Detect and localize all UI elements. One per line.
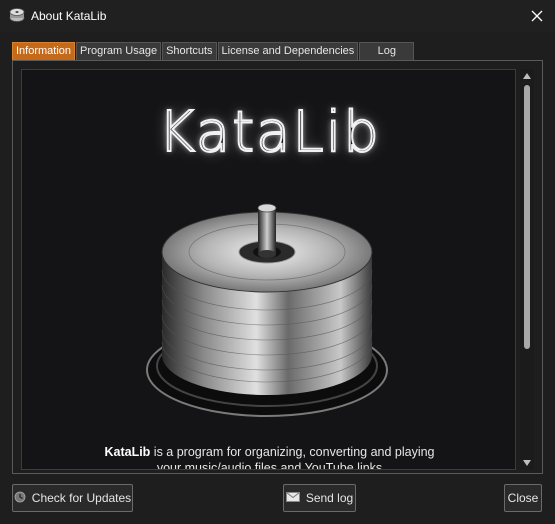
close-button[interactable]: Close bbox=[504, 484, 542, 512]
update-icon bbox=[14, 491, 26, 506]
tab-program-usage[interactable]: Program Usage bbox=[76, 42, 162, 60]
tab-shortcuts[interactable]: Shortcuts bbox=[162, 42, 217, 60]
check-updates-label: Check for Updates bbox=[31, 491, 132, 505]
logo-text: KataLib bbox=[157, 99, 381, 166]
description: KataLib is a program for organizing, con… bbox=[22, 444, 515, 470]
tab-license[interactable]: License and Dependencies bbox=[217, 42, 359, 60]
tab-panel: KataLib KataLib is a program for organiz… bbox=[12, 60, 543, 474]
scroll-up-icon[interactable] bbox=[520, 69, 534, 83]
scroll-down-icon[interactable] bbox=[520, 456, 534, 470]
send-log-label: Send log bbox=[305, 491, 354, 505]
description-line-2: your music/audio files and YouTube links bbox=[156, 461, 383, 470]
send-log-button[interactable]: Send log bbox=[283, 484, 356, 512]
disc-stack-image bbox=[146, 203, 388, 417]
title-bar: About KataLib bbox=[0, 0, 555, 32]
info-content: KataLib KataLib is a program for organiz… bbox=[21, 69, 516, 470]
app-icon bbox=[9, 7, 25, 23]
window-title: About KataLib bbox=[31, 9, 107, 23]
scrollbar-thumb[interactable] bbox=[524, 85, 530, 349]
close-icon[interactable] bbox=[525, 4, 549, 28]
tab-log[interactable]: Log bbox=[359, 42, 415, 60]
tab-bar: Information Program Usage Shortcuts Lice… bbox=[12, 42, 415, 60]
description-line-1: KataLib is a program for organizing, con… bbox=[22, 444, 515, 460]
vertical-scrollbar[interactable] bbox=[520, 69, 534, 470]
mail-icon bbox=[285, 491, 300, 505]
description-line-1-text: is a program for organizing, converting … bbox=[150, 445, 435, 459]
description-app-name: KataLib bbox=[104, 445, 151, 459]
tab-information[interactable]: Information bbox=[12, 42, 76, 60]
check-updates-button[interactable]: Check for Updates bbox=[12, 484, 133, 512]
